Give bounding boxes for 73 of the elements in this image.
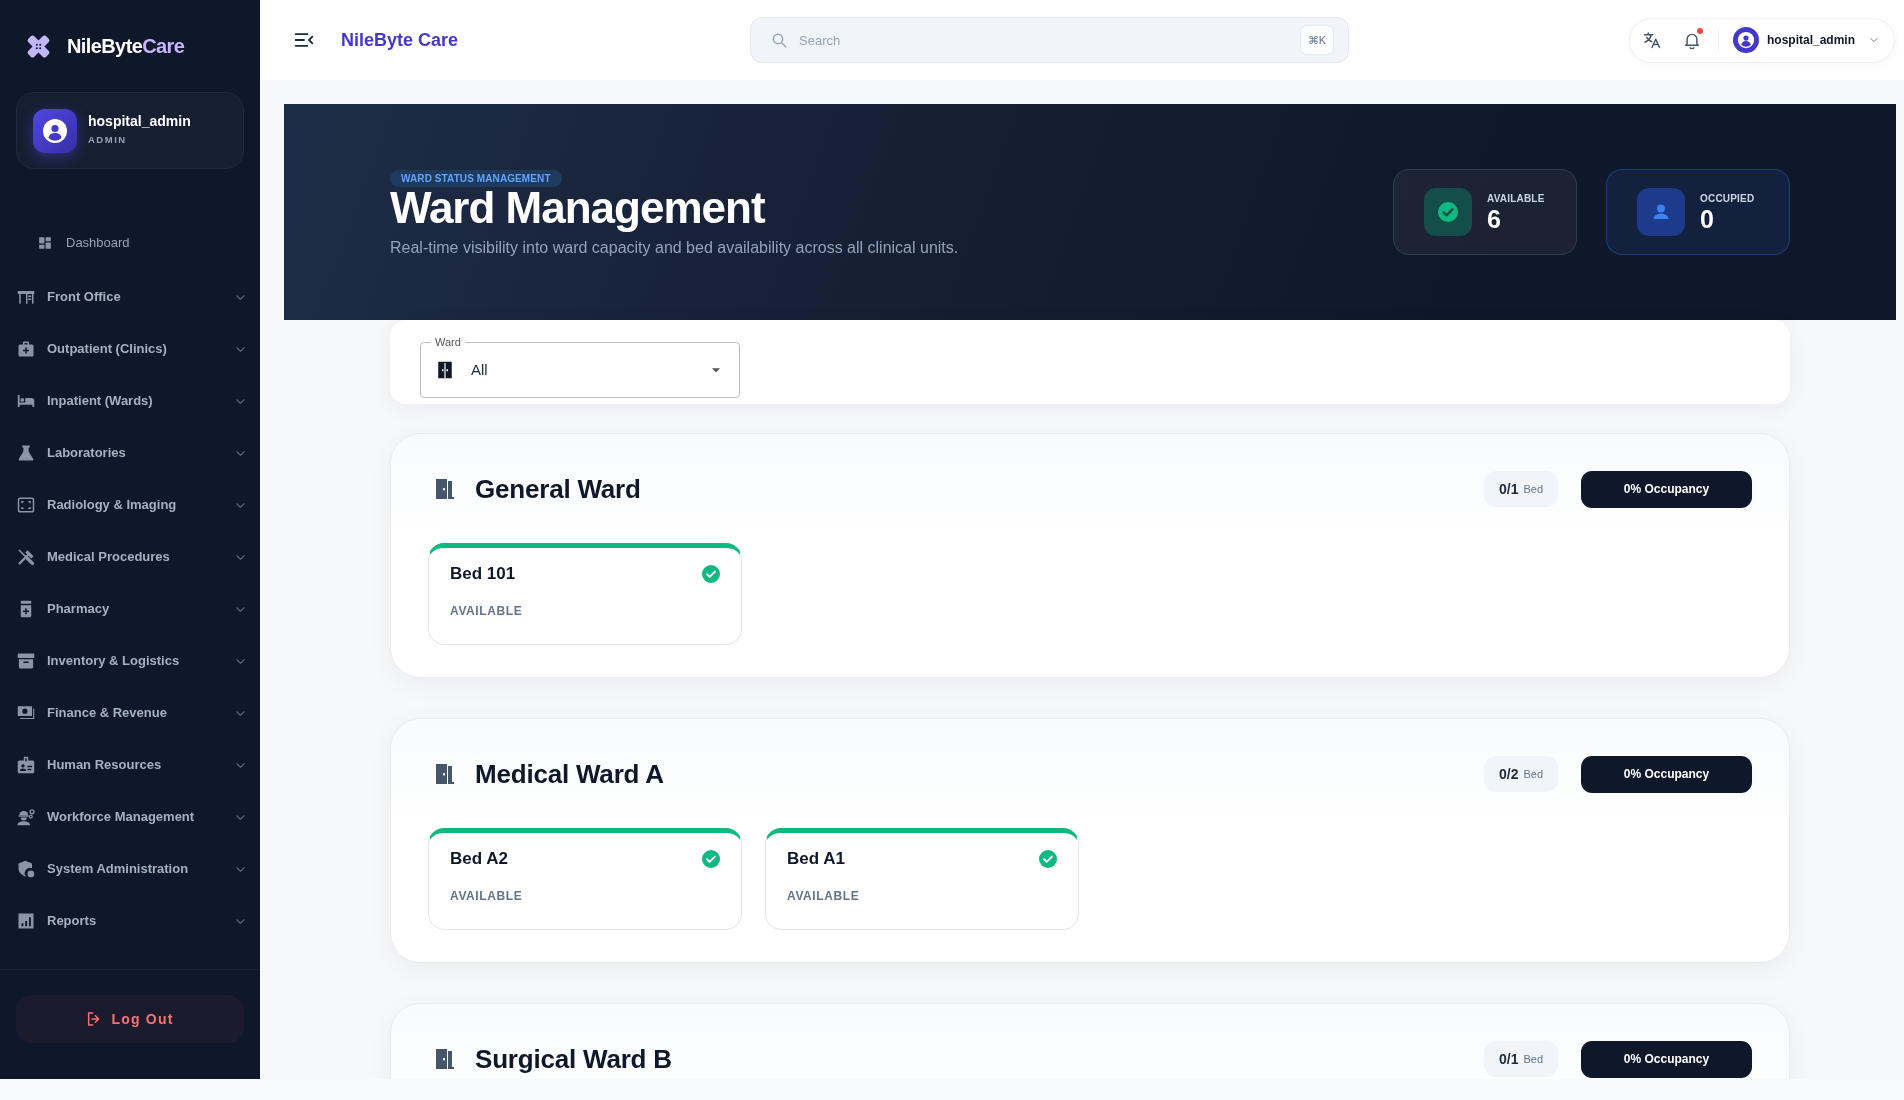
ward-name: Surgical Ward B xyxy=(475,1046,672,1072)
stat-value: 0 xyxy=(1700,205,1715,232)
sidebar-item[interactable]: System Administration xyxy=(0,843,260,895)
bed-name: Bed 101 xyxy=(450,563,516,586)
hammer-and-screwdriver-icon xyxy=(17,548,35,566)
user-menu-button[interactable]: hospital_admin xyxy=(1733,27,1879,53)
bed-count-badge: 0/1 Bed xyxy=(1483,471,1558,507)
sidebar-item[interactable]: Pharmacy xyxy=(0,583,260,635)
sidebar-item[interactable]: Reports xyxy=(0,895,260,947)
shield-icon xyxy=(17,860,35,878)
bed-card[interactable]: Bed A1 AVAILABLE xyxy=(765,828,1079,930)
app-title: NileByte Care xyxy=(341,28,459,52)
user-role: ADMIN xyxy=(88,133,128,148)
check-circle-icon xyxy=(702,850,720,868)
stat-label: OCCUPIED xyxy=(1700,192,1755,205)
shortcut-key-hint: ⌘K xyxy=(1299,25,1334,55)
desk-icon xyxy=(17,288,35,306)
person-tile-icon xyxy=(1637,188,1685,236)
flask-icon xyxy=(17,444,35,462)
occupancy-badge: 0% Occupancy xyxy=(1581,470,1752,508)
menu-icon[interactable] xyxy=(294,30,314,50)
sidebar-item[interactable]: Radiology & Imaging xyxy=(0,479,260,531)
check-circle-icon xyxy=(1039,850,1057,868)
worker-icon xyxy=(17,808,35,826)
section-tag: WARD STATUS MANAGEMENT xyxy=(390,170,562,187)
check-tile-icon xyxy=(1424,188,1472,236)
stat-value: 6 xyxy=(1487,205,1502,232)
bed-status: AVAILABLE xyxy=(787,889,861,904)
id-badge-icon xyxy=(17,756,35,774)
bed-count-badge: 0/1 Bed xyxy=(1483,1041,1558,1077)
sidebar-item[interactable]: Laboratories xyxy=(0,427,260,479)
occupancy-badge: 0% Occupancy xyxy=(1581,755,1752,793)
bed-icon xyxy=(17,392,35,410)
medical-bag-icon xyxy=(17,340,35,358)
ward-name: Medical Ward A xyxy=(475,761,664,787)
archive-box-icon xyxy=(17,652,35,670)
logout-button[interactable]: Log Out xyxy=(16,995,244,1043)
bed-count-badge: 0/2 Bed xyxy=(1483,756,1558,792)
double-door-icon xyxy=(436,361,454,379)
bed-name: Bed A1 xyxy=(787,848,845,871)
bed-name: Bed A2 xyxy=(450,848,508,871)
bed-card[interactable]: Bed 101 AVAILABLE xyxy=(428,543,742,645)
page-subtitle: Real-time visibility into ward capacity and bed availability across all clinical units. xyxy=(390,238,959,257)
ward-name: General Ward xyxy=(475,476,641,502)
sidebar-item[interactable]: Inpatient (Wards) xyxy=(0,375,260,427)
bar-chart-icon xyxy=(17,912,35,930)
chevron-icon xyxy=(1869,35,1879,45)
bed-status: AVAILABLE xyxy=(450,889,524,904)
ward-select[interactable]: Ward All xyxy=(420,336,740,398)
bed-status: AVAILABLE xyxy=(450,604,524,619)
sidebar-item[interactable]: Inventory & Logistics xyxy=(0,635,260,687)
bed-card[interactable]: Bed A2 AVAILABLE xyxy=(428,828,742,930)
search-icon xyxy=(771,32,787,48)
dashboard-icon xyxy=(38,236,52,250)
user-name: hospital_admin xyxy=(88,113,191,131)
avatar-icon xyxy=(1733,27,1759,53)
sidebar-item[interactable]: Human Resources xyxy=(0,739,260,791)
sidebar-item[interactable]: Outpatient (Clinics) xyxy=(0,323,260,375)
banknote-icon xyxy=(17,704,35,722)
stat-label: AVAILABLE xyxy=(1487,192,1545,205)
translate-icon[interactable] xyxy=(1643,31,1661,49)
sidebar-item[interactable]: Front Office xyxy=(0,271,260,323)
brand-name: NileByteCare xyxy=(67,34,185,59)
sidebar-item[interactable]: Workforce Management xyxy=(0,791,260,843)
sidebar-item[interactable]: Dashboard xyxy=(0,217,260,269)
page-title: Ward Management xyxy=(390,186,766,230)
sidebar-item[interactable]: Finance & Revenue xyxy=(0,687,260,739)
user-avatar-icon xyxy=(33,108,77,153)
sidebar-item[interactable]: Medical Procedures xyxy=(0,531,260,583)
bell-icon[interactable] xyxy=(1683,31,1701,49)
check-circle-icon xyxy=(702,565,720,583)
occupancy-badge: 0% Occupancy xyxy=(1581,1040,1752,1078)
frame-icon xyxy=(17,496,35,514)
